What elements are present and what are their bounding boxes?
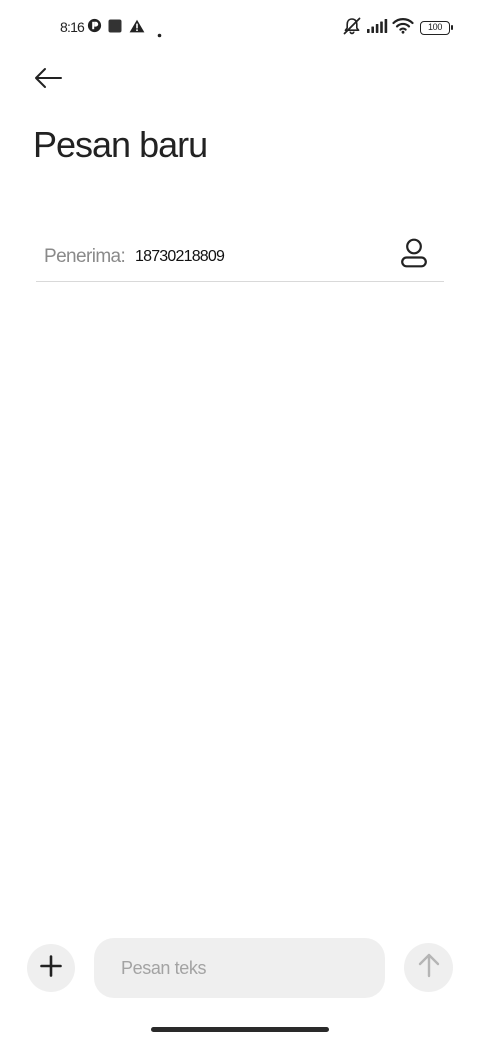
wifi-icon (392, 17, 414, 39)
dot-icon (157, 25, 162, 43)
recipient-row[interactable]: Penerima: 18730218809 (36, 233, 444, 282)
arrow-up-icon (418, 952, 440, 983)
back-button[interactable] (28, 60, 68, 100)
status-bar: 8:16 100 (0, 0, 480, 56)
send-button[interactable] (404, 943, 453, 992)
home-indicator[interactable] (151, 1027, 329, 1032)
plus-icon (40, 954, 62, 982)
battery-icon: 100 (420, 21, 453, 35)
alert-triangle-icon (129, 19, 145, 38)
person-icon (400, 238, 428, 273)
record-indicator-icon (87, 18, 102, 38)
square-notification-icon (108, 19, 122, 38)
contact-picker-button[interactable] (396, 237, 432, 273)
recipient-label: Penerima: (44, 246, 126, 267)
silent-mode-icon (342, 17, 362, 40)
status-right-group: 100 (342, 17, 453, 40)
arrow-left-icon (33, 67, 63, 94)
battery-level: 100 (427, 22, 443, 32)
add-attachment-button[interactable] (27, 944, 75, 992)
signal-bars-icon (366, 18, 388, 39)
page-title: Pesan baru (33, 124, 208, 165)
status-time: 8:16 (60, 19, 85, 35)
recipient-input[interactable]: 18730218809 (135, 246, 225, 268)
message-text-input[interactable] (94, 938, 385, 998)
